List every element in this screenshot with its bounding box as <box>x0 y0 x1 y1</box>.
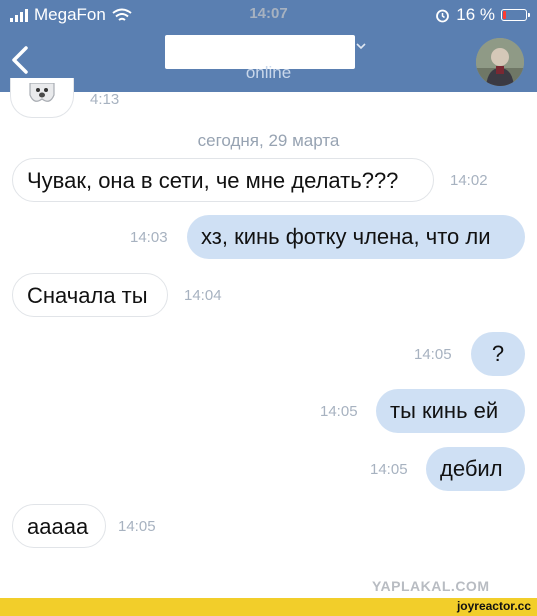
previous-message-time: 4:13 <box>90 91 120 108</box>
message-row: Чувак, она в сети, че мне делать??? 14:0… <box>12 158 512 202</box>
message-time: 14:02 <box>450 172 488 189</box>
watermark: YAPLAKAL.COM <box>372 578 490 594</box>
status-bar: MegaFon 14:07 16 % <box>0 0 537 30</box>
message-row: 14:05 ты кинь ей <box>318 389 525 433</box>
contact-avatar-image <box>476 38 524 86</box>
message-bubble-incoming[interactable]: Чувак, она в сети, че мне делать??? <box>12 158 434 202</box>
alarm-icon <box>436 9 450 22</box>
battery-percent: 16 % <box>456 5 495 24</box>
message-bubble-outgoing[interactable]: дебил <box>426 447 525 491</box>
message-row: 14:05 ? <box>410 332 525 376</box>
message-time: 14:03 <box>130 229 168 246</box>
message-bubble-incoming[interactable]: Сначала ты <box>12 273 168 317</box>
message-row: 14:05 дебил <box>366 447 525 491</box>
date-separator: сегодня, 29 марта <box>197 131 340 150</box>
message-time: 14:05 <box>370 461 408 478</box>
message-row: ааааа 14:05 <box>12 504 172 548</box>
battery-icon <box>501 9 530 21</box>
online-status: online <box>245 63 292 82</box>
message-time: 14:05 <box>414 346 452 363</box>
message-time: 14:05 <box>118 518 156 535</box>
message-bubble-outgoing[interactable]: ? <box>471 332 525 376</box>
message-bubble-outgoing[interactable]: ты кинь ей <box>376 389 525 433</box>
message-bubble-incoming[interactable]: ааааа <box>12 504 106 548</box>
site-link[interactable]: joyreactor.cc <box>457 599 531 613</box>
chat-screen: MegaFon 14:07 16 % online 4:13 сегодня, … <box>0 0 537 616</box>
message-row: Сначала ты 14:04 <box>12 273 252 317</box>
message-time: 14:05 <box>320 403 358 420</box>
previous-sticker-message[interactable] <box>10 78 74 118</box>
avatar[interactable] <box>476 38 524 86</box>
footer-bar: joyreactor.cc <box>0 598 537 616</box>
ghost-sticker-icon <box>29 83 55 102</box>
message-time: 14:04 <box>184 287 222 304</box>
message-bubble-outgoing[interactable]: хз, кинь фотку члена, что ли <box>187 215 525 259</box>
message-row: 14:03 хз, кинь фотку члена, что ли <box>120 215 525 259</box>
status-right: 16 % <box>435 5 530 25</box>
chevron-down-icon[interactable] <box>355 40 367 52</box>
chat-header: MegaFon 14:07 16 % online <box>0 0 537 92</box>
